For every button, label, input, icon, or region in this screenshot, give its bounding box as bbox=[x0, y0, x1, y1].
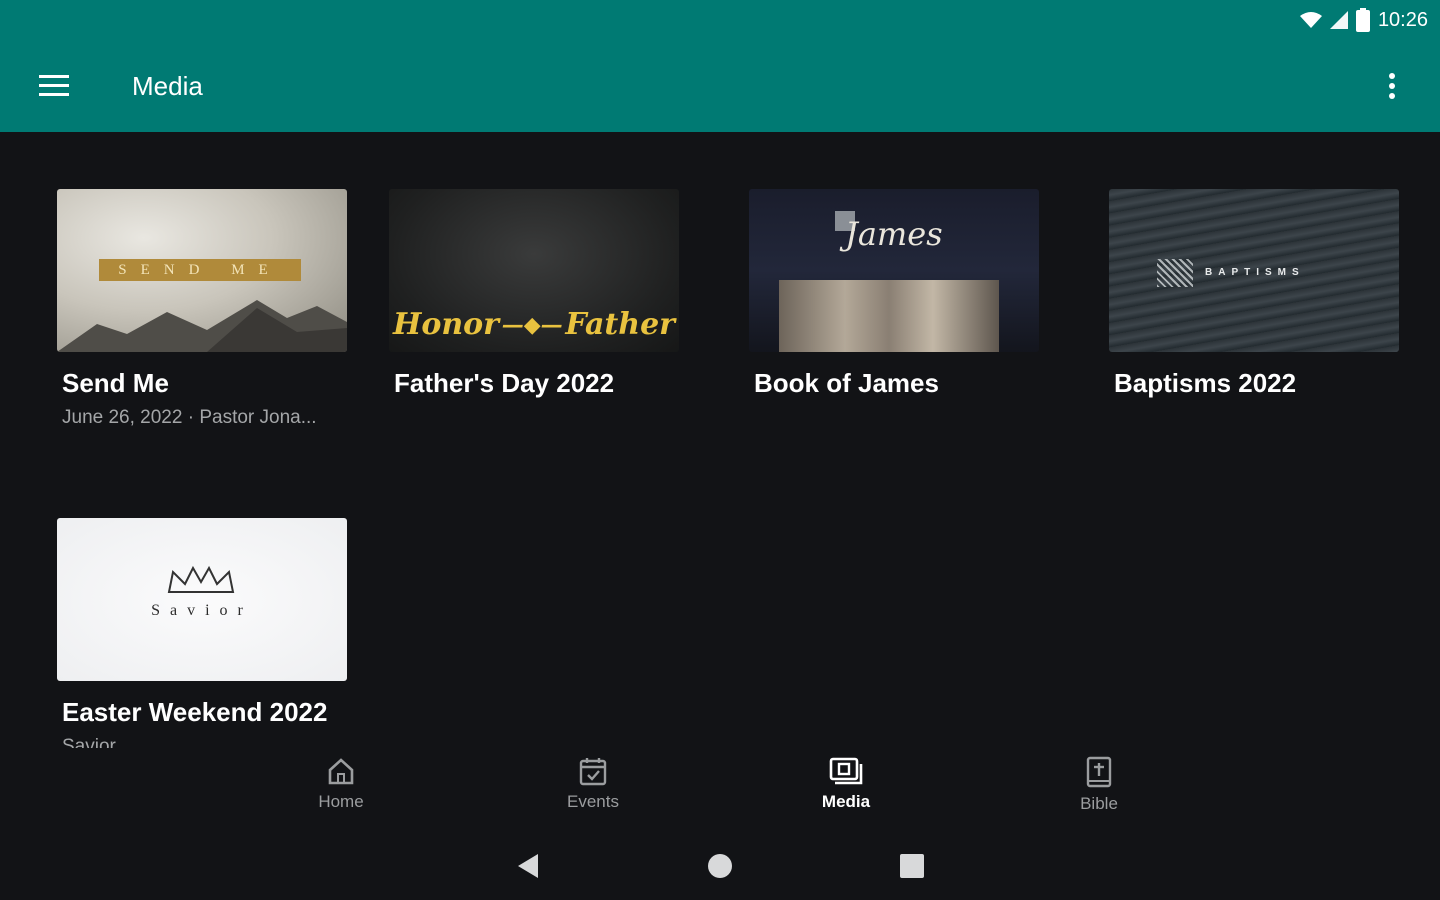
nav-media[interactable]: Media bbox=[786, 756, 906, 822]
thumbnail: James bbox=[749, 189, 1039, 352]
nav-label: Bible bbox=[1080, 794, 1118, 813]
card-title: Send Me bbox=[62, 368, 169, 398]
open-book-art bbox=[779, 280, 999, 352]
card-title: Baptisms 2022 bbox=[1114, 368, 1297, 398]
battery-icon bbox=[1355, 8, 1370, 32]
card-title: Father's Day 2022 bbox=[394, 368, 615, 398]
app-header: 10:26 Media bbox=[0, 0, 1440, 132]
bottom-navigation: Home Events Media Bible bbox=[0, 748, 1440, 828]
thumbnail-caption: Savior bbox=[151, 602, 253, 619]
thumbnail: SEND ME bbox=[57, 189, 347, 352]
media-card-fathers-day[interactable]: Honor —◆— Father Father's Day 2022 bbox=[389, 189, 679, 399]
back-triangle-icon bbox=[518, 854, 538, 878]
ornament-icon: —◆— bbox=[501, 311, 563, 338]
menu-button[interactable] bbox=[26, 58, 82, 114]
media-screen: 10:26 Media SEND ME Send Me June 26, 202… bbox=[0, 0, 1440, 900]
thumbnail: BAPTISMS bbox=[1109, 189, 1399, 352]
recents-button[interactable] bbox=[894, 848, 930, 884]
card-title: Book of James bbox=[754, 368, 939, 398]
recents-square-icon bbox=[900, 854, 924, 878]
mountain-art bbox=[57, 300, 347, 352]
nav-bible[interactable]: Bible bbox=[1039, 756, 1159, 822]
media-card-easter-weekend[interactable]: Savior Easter Weekend 2022 Savior bbox=[57, 518, 347, 750]
media-card-book-of-james[interactable]: James Book of James bbox=[749, 189, 1039, 399]
thumbnail: Savior bbox=[57, 518, 347, 681]
nav-events[interactable]: Events bbox=[533, 756, 653, 822]
system-navigation-bar bbox=[0, 828, 1440, 900]
back-button[interactable] bbox=[510, 848, 546, 884]
media-card-baptisms[interactable]: BAPTISMS Baptisms 2022 bbox=[1109, 189, 1399, 399]
thumbnail-caption: SEND ME bbox=[99, 259, 301, 281]
thumbnail-caption: BAPTISMS bbox=[1205, 267, 1305, 278]
bible-icon bbox=[1086, 756, 1112, 788]
wifi-icon bbox=[1299, 11, 1322, 29]
app-bar: Media bbox=[0, 52, 1440, 120]
thumbnail: Honor —◆— Father bbox=[389, 189, 679, 352]
home-icon bbox=[328, 758, 354, 785]
crown-icon bbox=[167, 565, 235, 593]
card-title: Easter Weekend 2022 bbox=[62, 697, 328, 727]
nav-label: Media bbox=[821, 792, 871, 811]
home-circle-icon bbox=[708, 854, 732, 878]
nav-label: Events bbox=[567, 792, 619, 811]
card-subtitle: June 26, 2022 · Pastor Jona... bbox=[62, 407, 317, 428]
nav-label: Home bbox=[318, 792, 364, 811]
status-bar: 10:26 bbox=[1299, 6, 1428, 34]
status-time: 10:26 bbox=[1377, 8, 1428, 31]
page-title: Media bbox=[132, 70, 203, 101]
thumbnail-caption: Honor —◆— Father bbox=[393, 307, 675, 342]
more-vert-icon bbox=[1389, 73, 1395, 99]
cell-signal-icon bbox=[1329, 11, 1348, 29]
home-system-button[interactable] bbox=[702, 848, 738, 884]
thumbnail-caption: James bbox=[845, 215, 943, 253]
overflow-menu-button[interactable] bbox=[1368, 62, 1416, 110]
hamburger-icon bbox=[39, 75, 69, 96]
media-icon bbox=[829, 757, 863, 785]
media-card-send-me[interactable]: SEND ME Send Me June 26, 2022 · Pastor J… bbox=[57, 189, 347, 429]
nav-home[interactable]: Home bbox=[281, 756, 401, 822]
church-logo-icon bbox=[1157, 259, 1193, 287]
calendar-icon bbox=[579, 758, 607, 786]
